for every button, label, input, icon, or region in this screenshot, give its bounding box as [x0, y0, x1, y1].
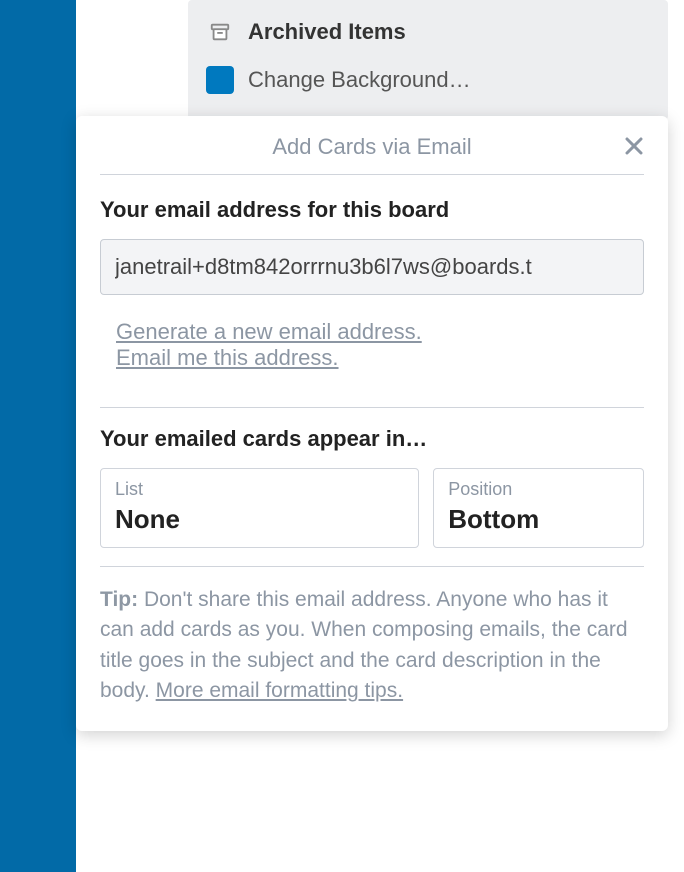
popover-header: Add Cards via Email	[100, 116, 644, 175]
right-edge	[676, 0, 684, 872]
board-email-input[interactable]	[100, 239, 644, 295]
menu-item-archived[interactable]: Archived Items	[196, 8, 660, 56]
generate-email-link[interactable]: Generate a new email address.	[116, 319, 422, 345]
email-me-address-link[interactable]: Email me this address.	[116, 345, 339, 371]
list-selector-value: None	[115, 504, 404, 535]
position-selector-label: Position	[448, 479, 629, 500]
position-selector[interactable]: Position Bottom	[433, 468, 644, 548]
email-settings-popover: Add Cards via Email Your email address f…	[76, 116, 668, 731]
left-sidebar	[0, 0, 76, 872]
cards-appear-heading: Your emailed cards appear in…	[100, 426, 644, 452]
divider	[100, 407, 644, 408]
close-icon	[625, 137, 643, 155]
menu-item-archived-label: Archived Items	[248, 19, 406, 45]
menu-item-change-background-label: Change Background…	[248, 67, 471, 93]
position-selector-value: Bottom	[448, 504, 629, 535]
background-swatch-icon	[206, 66, 234, 94]
popover-title: Add Cards via Email	[272, 134, 471, 159]
email-address-heading: Your email address for this board	[100, 197, 644, 223]
list-selector-label: List	[115, 479, 404, 500]
more-tips-link[interactable]: More email formatting tips.	[156, 679, 403, 702]
board-menu: Archived Items Change Background…	[188, 0, 668, 120]
close-button[interactable]	[620, 132, 648, 160]
menu-item-change-background[interactable]: Change Background…	[196, 56, 660, 104]
list-selector[interactable]: List None	[100, 468, 419, 548]
tip-label: Tip:	[100, 588, 138, 611]
divider	[100, 566, 644, 567]
email-links: Generate a new email address. Email me t…	[100, 295, 644, 389]
archive-icon	[206, 18, 234, 46]
tip-text: Tip: Don't share this email address. Any…	[100, 585, 644, 707]
